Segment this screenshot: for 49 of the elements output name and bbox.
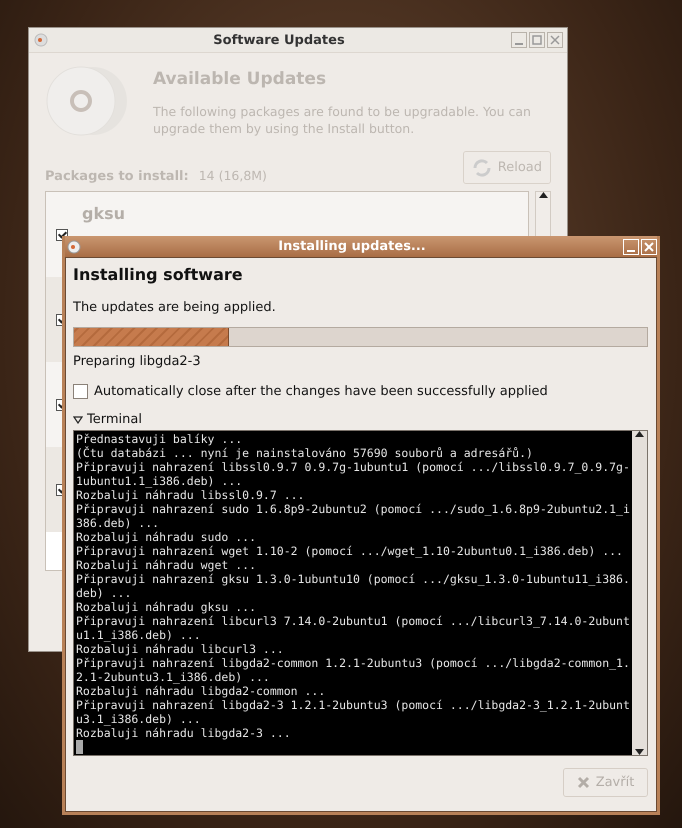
disc-icon [65,240,83,254]
terminal-line: 1ubuntu1.1_i386.deb) ... [76,474,244,488]
expander-label[interactable]: Terminal [87,412,142,427]
terminal-line: Připravuji nahrazení wget 1.10-2 (pomocí .../wget_1.10-2ubuntu0.1_i386.deb) ... [76,544,624,558]
terminal-line: 386.deb) ... [76,516,160,530]
expander-triangle-icon[interactable] [73,416,83,424]
terminal-line: Připravuji nahrazení libssl0.9.7 0.9.7g-1ubuntu1 (pomocí .../libssl0.9.7_0.9.7g- [76,460,630,474]
message-text: The updates are being applied. [73,300,277,315]
terminal-line: u3.1_i386.deb) ... [76,712,202,726]
minimize-icon [627,250,635,252]
terminal-line: Připravuji nahrazení libgda2-common 1.2.1-2ubuntu3 (pomocí .../libgda2-common_1. [76,656,630,670]
terminal-line: Rozbaluji náhradu libgda2-common ... [76,684,326,698]
minimize-icon [515,43,523,45]
terminal-line: u1.1_i386.deb) ... [76,628,202,642]
scroll-down-icon[interactable] [635,749,644,755]
package-name: gksu [82,204,126,223]
terminal-line: Rozbaluji náhradu libcurl3 ... [76,642,285,656]
maximize-icon [532,35,542,45]
terminal-line: Připravuji nahrazení libgda2-3 1.2.1-2ubuntu3 (pomocí .../libgda2-3_1.2.1-2ubunt [76,698,630,712]
terminal-line: Připravuji nahrazení libcurl3 7.14.0-2ubuntu1 (pomocí .../libcurl3_7.14.0-2ubunt [76,614,630,628]
terminal-line: (Čtu databázi ... nyní je nainstalováno 57690 souborů a adresářů.) [76,446,534,460]
checkbox-label: Automatically close after the changes have been successfully applied [94,384,548,399]
refresh-icon [472,158,492,178]
maximize-button[interactable] [529,32,545,48]
cursor [76,740,83,754]
close-icon [644,242,654,252]
terminal-line: Připravuji nahrazení gksu 1.3.0-1ubuntu10 (pomocí .../gksu_1.3.0-1ubuntu11_i386. [76,572,630,586]
auto-close-checkbox[interactable] [73,384,88,399]
terminal-line: Rozbaluji náhradu sudo ... [76,530,258,544]
disc-icon [33,33,49,47]
minimize-button[interactable] [511,32,527,48]
scroll-up-icon[interactable] [538,192,548,198]
terminal-line: Rozbaluji náhradu libssl0.9.7 ... [76,488,306,502]
status-text: Preparing libgda2-3 [73,354,202,369]
terminal-line: Přednastavuji balíky ... [76,432,244,446]
scrollbar[interactable] [632,431,647,755]
scroll-up-icon[interactable] [635,431,644,437]
terminal-line: Rozbaluji náhradu gksu ... [76,600,258,614]
terminal-line: Připravuji nahrazení sudo 1.6.8p9-2ubuntu2 (pomocí .../sudo_1.6.8p9-2ubuntu2.1_i [76,502,630,516]
terminal-line: deb) ... [76,586,132,600]
close-icon [576,776,590,789]
window-title: Software Updates [212,32,346,48]
window-title: Installing updates... [277,239,427,254]
terminal-line: 2.1-2ubuntu3.1_i386.deb) ... [76,670,271,684]
close-button[interactable] [547,32,563,48]
terminal-line: Rozbaluji náhradu libgda2-3 ... [76,726,292,740]
dialog-heading: Installing software [73,265,244,284]
terminal-line: Rozbaluji náhradu wget ... [76,558,258,572]
close-icon [550,35,560,45]
